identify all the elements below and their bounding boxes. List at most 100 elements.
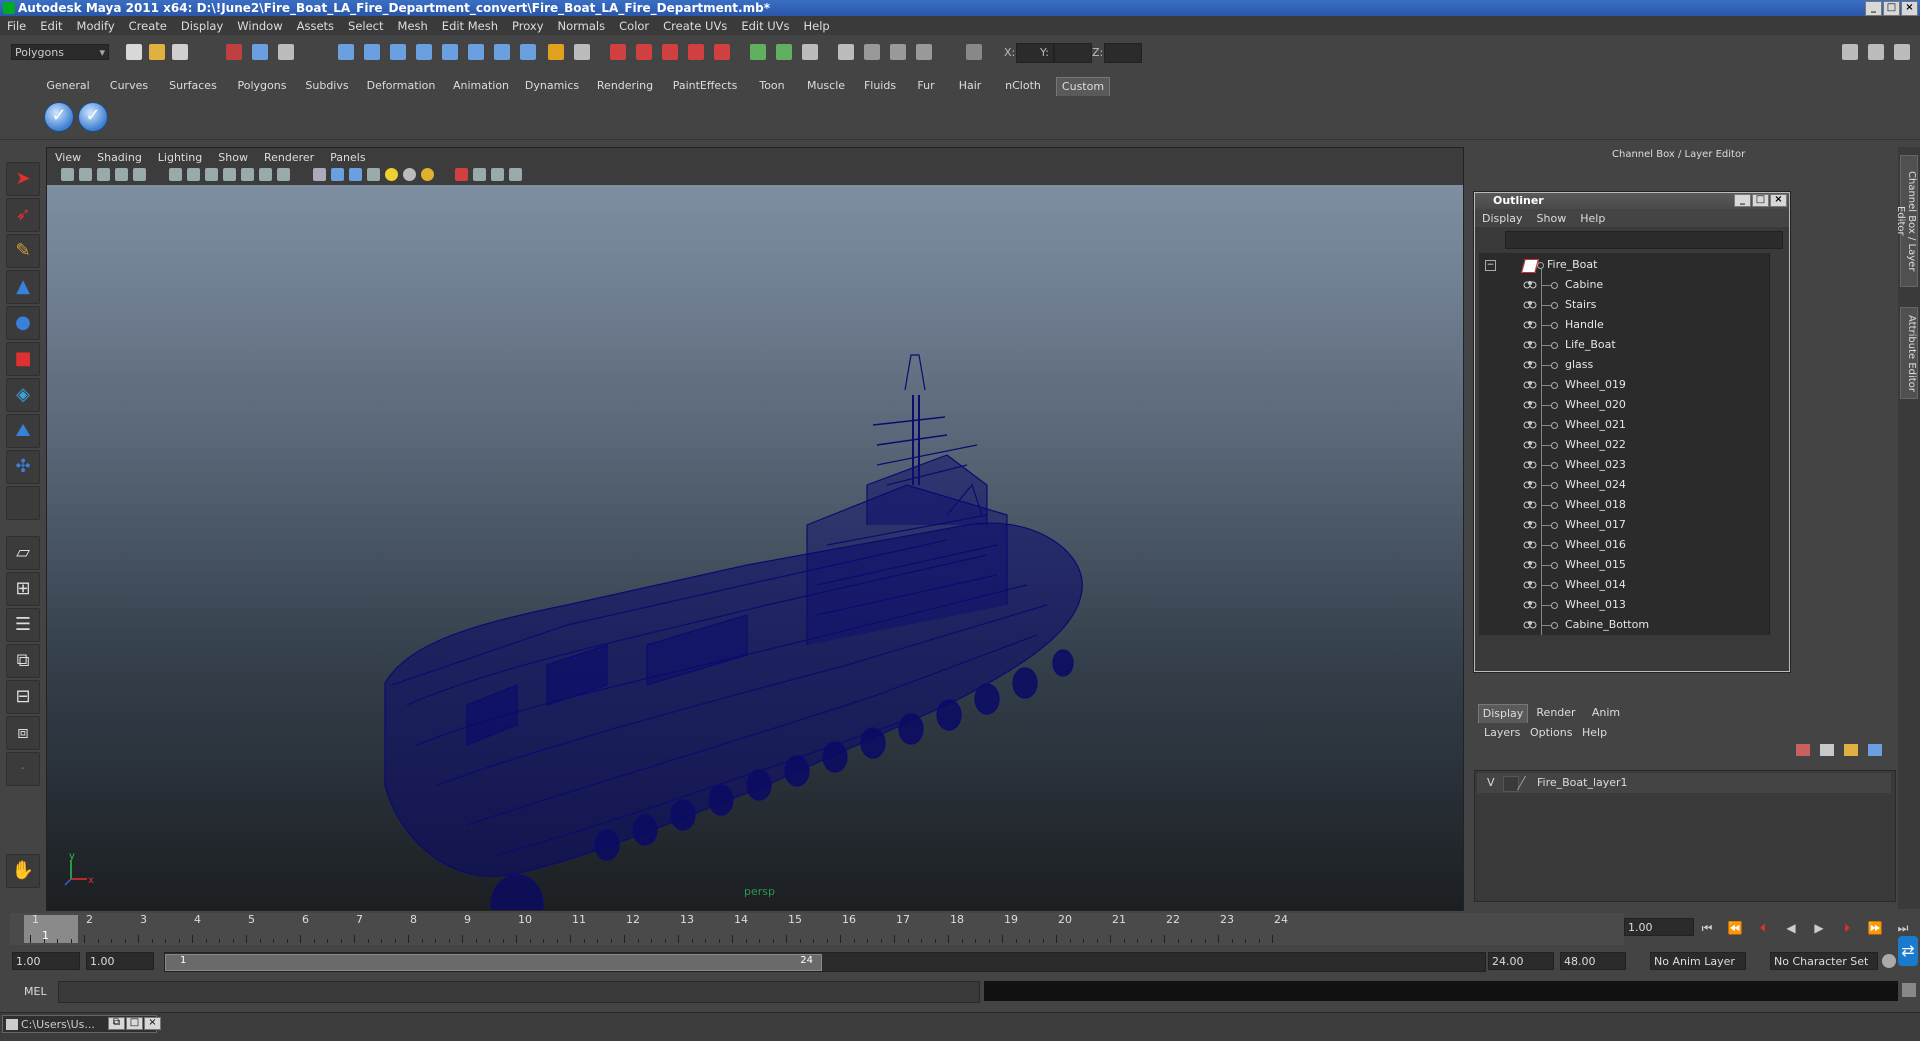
viewport-menu-show[interactable]: Show	[210, 151, 256, 164]
default-light-icon[interactable]	[385, 168, 398, 181]
shelf-tab-fluids[interactable]: Fluids	[858, 77, 902, 95]
make-live-icon[interactable]	[714, 44, 730, 60]
pick-rendering-icon[interactable]	[494, 44, 510, 60]
soft-modification-icon[interactable]: ⛰	[6, 414, 40, 448]
outliner-item[interactable]: Wheel_013	[1479, 595, 1769, 615]
pick-handles-icon[interactable]	[338, 44, 354, 60]
grid-toggle-icon[interactable]	[133, 168, 146, 181]
tab-channel-box-layer-editor[interactable]: Channel Box / Layer Editor	[1895, 155, 1918, 287]
open-scene-icon[interactable]	[149, 44, 165, 60]
shelf-tab-surfaces[interactable]: Surfaces	[162, 77, 224, 95]
snap-grid-icon[interactable]	[610, 44, 626, 60]
shelf-tab-general[interactable]: General	[40, 77, 96, 95]
select-object-icon[interactable]	[252, 44, 268, 60]
tab-attribute-editor[interactable]: Attribute Editor	[1900, 307, 1918, 399]
layer-menu-layers[interactable]: Layers	[1484, 726, 1520, 739]
viewport-menu-renderer[interactable]: Renderer	[256, 151, 322, 164]
wireframe-icon[interactable]	[313, 168, 326, 181]
shelf-tab-dynamics[interactable]: Dynamics	[522, 77, 582, 95]
safe-action-icon[interactable]	[241, 168, 254, 181]
shelf-check-icon[interactable]: ✓	[44, 102, 74, 132]
rotate-tool-icon[interactable]: ●	[6, 306, 40, 340]
construction-history-icon[interactable]	[802, 44, 818, 60]
new-layer-selected-icon[interactable]	[1820, 744, 1834, 756]
auto-key-icon[interactable]	[1882, 954, 1896, 968]
range-slider-track[interactable]: 1 24	[164, 952, 1486, 972]
outliner-menu-display[interactable]: Display	[1475, 212, 1530, 225]
viewport-menu-view[interactable]: View	[47, 151, 89, 164]
outliner-menu-show[interactable]: Show	[1530, 212, 1574, 225]
outliner-root-item[interactable]: − Fire_Boat	[1479, 255, 1769, 275]
layer-color-swatch[interactable]	[1516, 776, 1539, 790]
animation-end-field[interactable]: 48.00	[1560, 952, 1626, 970]
animation-start-field[interactable]: 1.00	[12, 952, 80, 970]
outliner-item[interactable]: Life_Boat	[1479, 335, 1769, 355]
toolbox-collapse-icon[interactable]: -	[6, 752, 40, 786]
layer-tab-render[interactable]: Render	[1532, 704, 1580, 722]
camera-select-icon[interactable]	[61, 168, 74, 181]
toggle-channel-box-icon[interactable]	[1894, 44, 1910, 60]
menu-color[interactable]: Color	[612, 19, 656, 33]
taskbar-close-button[interactable]: ×	[144, 1017, 161, 1030]
pick-dynamics-icon[interactable]	[468, 44, 484, 60]
outliner-item[interactable]: Wheel_015	[1479, 555, 1769, 575]
maximize-button[interactable]: □	[1883, 1, 1900, 16]
mel-label[interactable]: MEL	[24, 985, 47, 998]
time-slider[interactable]: 1 1 2 3 4 5 6 7 8 9 10 11 12 13 14 15 16 17 18 19 20 21 22 23 2…	[10, 913, 1624, 945]
shelf-tab-polygons[interactable]: Polygons	[232, 77, 292, 95]
toggle-tool-settings-icon[interactable]	[1868, 44, 1884, 60]
current-time-field[interactable]: 1.00	[1624, 918, 1694, 936]
range-slider-handle[interactable]: 1 24	[165, 954, 822, 971]
outliner-item[interactable]: Wheel_020	[1479, 395, 1769, 415]
menu-help[interactable]: Help	[797, 19, 837, 33]
layer-menu-options[interactable]: Options	[1530, 726, 1572, 739]
outliner-item[interactable]: Wheel_018	[1479, 495, 1769, 515]
wireframe-on-shaded-icon[interactable]	[349, 168, 362, 181]
shadows-icon[interactable]	[421, 168, 434, 181]
high-quality-icon[interactable]	[473, 168, 486, 181]
character-set-dropdown[interactable]: No Character Set	[1770, 952, 1878, 970]
save-scene-icon[interactable]	[172, 44, 188, 60]
last-tool-icon[interactable]	[6, 486, 40, 520]
step-forward-key-icon[interactable]: ⏵	[1838, 920, 1856, 936]
shelf-tab-painteffects[interactable]: PaintEffects	[668, 77, 742, 95]
layout-graph-icon[interactable]: ⧉	[6, 644, 40, 678]
ipr-render-icon[interactable]	[890, 44, 906, 60]
layer-menu-help[interactable]: Help	[1582, 726, 1607, 739]
layout-four-icon[interactable]: ⊞	[6, 572, 40, 606]
output-history-icon[interactable]	[776, 44, 792, 60]
outliner-item[interactable]: Stairs	[1479, 295, 1769, 315]
menu-mesh[interactable]: Mesh	[391, 19, 435, 33]
minimize-button[interactable]: _	[1865, 1, 1882, 16]
absolute-transform-icon[interactable]	[966, 44, 982, 60]
layer-name[interactable]: Fire_Boat_layer1	[1537, 773, 1628, 793]
shelf-tab-curves[interactable]: Curves	[104, 77, 154, 95]
step-back-key-icon[interactable]: ⏴	[1754, 920, 1772, 936]
outliner-titlebar[interactable]: Outliner _ □ ×	[1475, 193, 1789, 209]
input-history-icon[interactable]	[750, 44, 766, 60]
layer-tab-anim[interactable]: Anim	[1586, 704, 1626, 722]
shelf-tab-hair[interactable]: Hair	[950, 77, 990, 95]
taskbar-maximize-button[interactable]: □	[126, 1017, 143, 1030]
outliner-menu-help[interactable]: Help	[1573, 212, 1612, 225]
image-plane-icon[interactable]	[115, 168, 128, 181]
taskbar-restore-button[interactable]: ⧉	[108, 1017, 125, 1030]
layer-move-down-icon[interactable]	[1868, 744, 1882, 756]
smooth-shade-icon[interactable]	[331, 168, 344, 181]
perspective-view[interactable]: persp y x	[47, 185, 1463, 936]
outliner-vertical-scrollbar[interactable]	[1769, 253, 1784, 635]
outliner-item[interactable]: Wheel_017	[1479, 515, 1769, 535]
paint-select-tool-icon[interactable]: ✎	[6, 234, 40, 268]
shelf-tab-custom[interactable]: Custom	[1056, 77, 1110, 96]
shelf-tab-rendering[interactable]: Rendering	[590, 77, 660, 95]
pick-curves-icon[interactable]	[390, 44, 406, 60]
pick-surfaces-icon[interactable]	[416, 44, 432, 60]
shelf-tab-animation[interactable]: Animation	[448, 77, 514, 95]
go-to-end-icon[interactable]: ⏭	[1894, 920, 1912, 936]
step-forward-icon[interactable]: ⏩	[1866, 920, 1884, 936]
field-chart-icon[interactable]	[223, 168, 236, 181]
outliner-item[interactable]: Cabine_Bottom	[1479, 615, 1769, 635]
all-lights-icon[interactable]	[403, 168, 416, 181]
playback-start-field[interactable]: 1.00	[86, 952, 154, 970]
universal-manipulator-icon[interactable]: ◈	[6, 378, 40, 412]
